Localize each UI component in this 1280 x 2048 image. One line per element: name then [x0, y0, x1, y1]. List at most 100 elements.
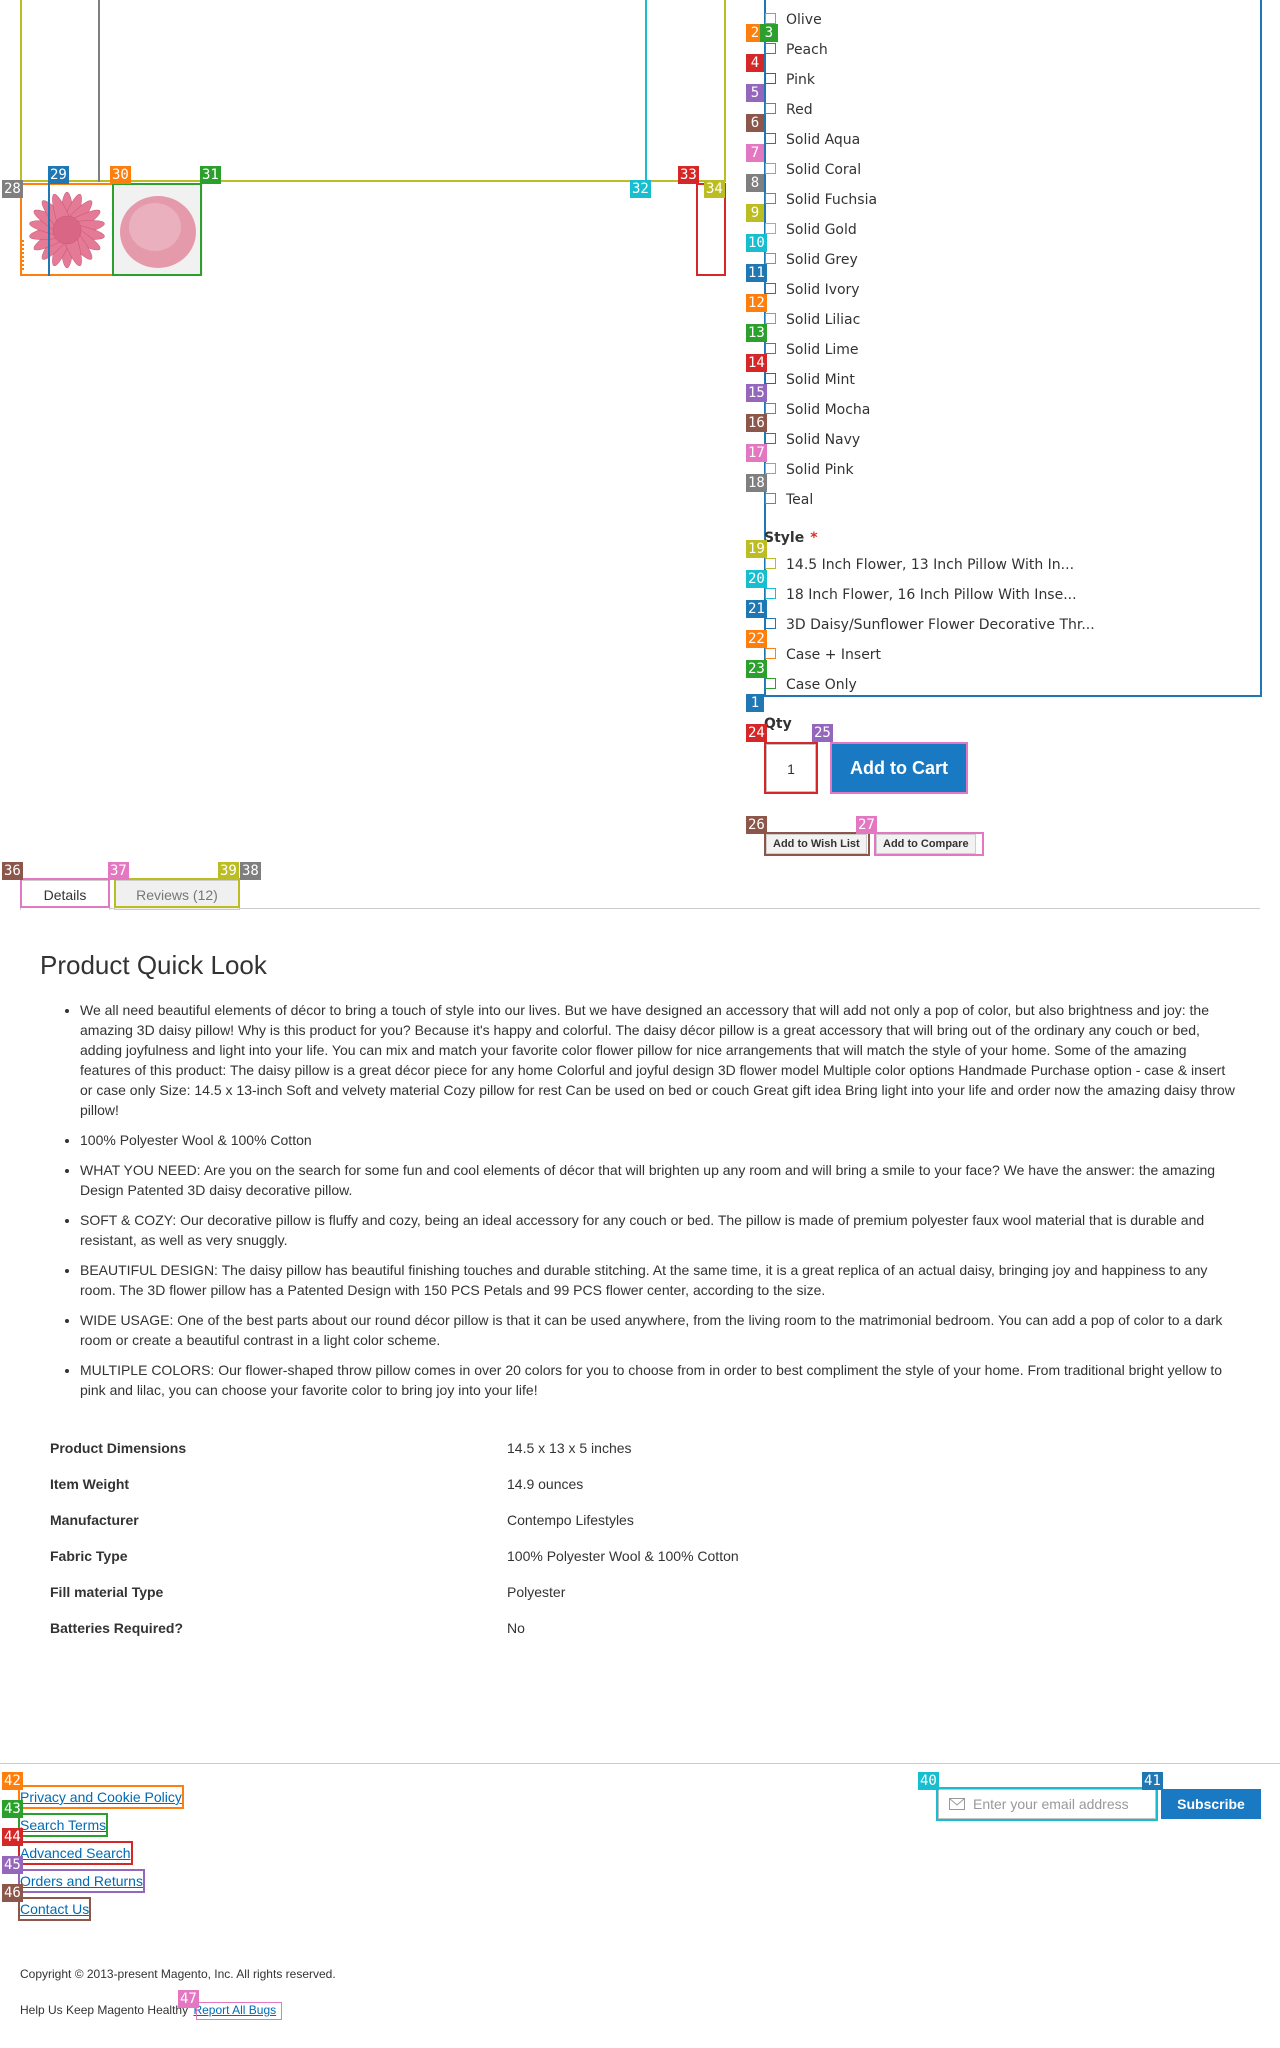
overlay-badge: 8 [746, 174, 764, 192]
tab-details[interactable]: Details [20, 880, 110, 910]
option-checkbox[interactable] [765, 313, 776, 324]
overlay-badge: 3 [760, 24, 778, 42]
spec-row: Fabric Type 100% Polyester Wool & 100% Co… [40, 1538, 1240, 1574]
overlay-badge: 28 [2, 180, 23, 198]
product-quick-look-title: Product Quick Look [40, 950, 267, 980]
overlay-badge: 17 [746, 444, 767, 462]
overlay-badge: 4 [746, 54, 764, 72]
newsletter-email-input[interactable]: Enter your email address [938, 1789, 1156, 1819]
option-label: Teal [786, 492, 814, 508]
thumbnail-daisy-back[interactable] [113, 185, 203, 275]
option-checkbox[interactable] [765, 283, 776, 294]
footer-link[interactable]: Contact Us [17, 1897, 92, 1921]
bugs-line: Help Us Keep Magento Healthy Report All … [20, 2003, 276, 2017]
spec-key: Product Dimensions [50, 1440, 187, 1456]
footer-divider [0, 1763, 1280, 1764]
overlay-badge: 33 [678, 166, 699, 184]
overlay-badge: 24 [746, 724, 767, 742]
description-bullet: MULTIPLE COLORS: Our flower-shaped throw… [80, 1360, 1240, 1400]
option-checkbox[interactable] [765, 433, 776, 444]
option-checkbox[interactable] [765, 163, 776, 174]
option-checkbox[interactable] [765, 223, 776, 234]
required-mark: * [810, 530, 818, 546]
option-checkbox[interactable] [765, 403, 776, 414]
spec-row: Item Weight 14.9 ounces [40, 1466, 1240, 1502]
spec-value: 100% Polyester Wool & 100% Cotton [507, 1548, 739, 1564]
spec-value: Contempo Lifestyles [507, 1512, 634, 1528]
overlay-badge: 46 [2, 1884, 23, 1902]
footer-link[interactable]: Orders and Returns [18, 1869, 145, 1893]
overlay-badge: 18 [746, 474, 767, 492]
overlay-badge: 22 [746, 630, 767, 648]
option-checkbox[interactable] [765, 618, 776, 629]
overlay-badge: 1 [746, 694, 764, 712]
thumbnail-daisy-front[interactable] [22, 185, 112, 275]
option-label: Solid Lime [786, 342, 859, 358]
add-to-cart-button[interactable]: Add to Cart [832, 744, 966, 792]
overlay-badge: 26 [746, 816, 767, 834]
overlay-badge: 23 [746, 660, 767, 678]
spec-value: 14.5 x 13 x 5 inches [507, 1440, 632, 1456]
description-bullet: SOFT & COZY: Our decorative pillow is fl… [80, 1210, 1240, 1250]
overlay-badge: 25 [812, 724, 833, 742]
overlay-badge: 43 [2, 1800, 23, 1818]
option-checkbox[interactable] [765, 648, 776, 659]
option-label: Solid Mocha [786, 402, 871, 418]
option-checkbox[interactable] [765, 373, 776, 384]
option-checkbox[interactable] [765, 558, 776, 569]
option-label: 18 Inch Flower, 16 Inch Pillow With Inse… [786, 587, 1077, 603]
option-checkbox[interactable] [765, 73, 776, 84]
product-gallery [0, 0, 740, 290]
description-bullet: WHAT YOU NEED: Are you on the search for… [80, 1160, 1240, 1200]
option-checkbox[interactable] [765, 463, 776, 474]
option-checkbox[interactable] [765, 253, 776, 264]
option-label: Solid Grey [786, 252, 858, 268]
copyright: Copyright © 2013-present Magento, Inc. A… [20, 1967, 336, 1981]
overlay-badge: 47 [178, 1990, 199, 2008]
spec-key: Item Weight [50, 1476, 130, 1492]
stage-left-frame [98, 0, 100, 182]
overlay-badge: 45 [2, 1856, 23, 1874]
overlay-badge: 44 [2, 1828, 23, 1846]
footer-link[interactable]: Privacy and Cookie Policy [18, 1785, 184, 1809]
option-checkbox[interactable] [765, 193, 776, 204]
option-label: Peach [786, 42, 828, 58]
overlay-badge: 19 [746, 540, 767, 558]
add-to-compare-button[interactable]: Add to Compare [876, 834, 976, 854]
description-bullet: BEAUTIFUL DESIGN: The daisy pillow has b… [80, 1260, 1240, 1300]
overlay-badge: 16 [746, 414, 767, 432]
option-checkbox[interactable] [765, 133, 776, 144]
style-label: Style [764, 530, 805, 546]
option-label: Olive [786, 12, 822, 28]
overlay-badge: 5 [746, 84, 764, 102]
overlay-badge: 11 [746, 264, 767, 282]
qty-input[interactable]: 1 [766, 744, 816, 792]
add-to-wishlist-button[interactable]: Add to Wish List [766, 834, 867, 854]
report-bugs-link[interactable]: Report All Bugs [193, 2003, 276, 2017]
overlay-badge: 14 [746, 354, 767, 372]
subscribe-button[interactable]: Subscribe [1161, 1789, 1261, 1819]
footer-link[interactable]: Search Terms [17, 1813, 109, 1837]
spec-value: Polyester [507, 1584, 566, 1600]
overlay-badge: 10 [746, 234, 767, 252]
footer-link[interactable]: Advanced Search [18, 1841, 133, 1865]
tab-reviews[interactable]: Reviews (12) [114, 880, 240, 910]
spec-row: Manufacturer Contempo Lifestyles [40, 1502, 1240, 1538]
overlay-badge: 41 [1142, 1772, 1163, 1790]
option-checkbox[interactable] [765, 493, 776, 504]
option-checkbox[interactable] [765, 43, 776, 54]
option-checkbox[interactable] [765, 343, 776, 354]
option-checkbox[interactable] [765, 103, 776, 114]
option-checkbox[interactable] [765, 678, 776, 689]
thumbs-prev-arrow[interactable] [22, 240, 26, 270]
option-checkbox[interactable] [765, 13, 776, 24]
option-label: Solid Mint [786, 372, 855, 388]
option-label: Solid Ivory [786, 282, 860, 298]
option-label: Pink [786, 72, 816, 88]
overlay-badge: 30 [110, 166, 131, 184]
option-checkbox[interactable] [765, 588, 776, 599]
option-label: Solid Pink [786, 462, 854, 478]
style-title: Style * [764, 530, 818, 546]
overlay-badge: 38 [240, 862, 261, 880]
overlay-badge: 39 [218, 862, 239, 880]
